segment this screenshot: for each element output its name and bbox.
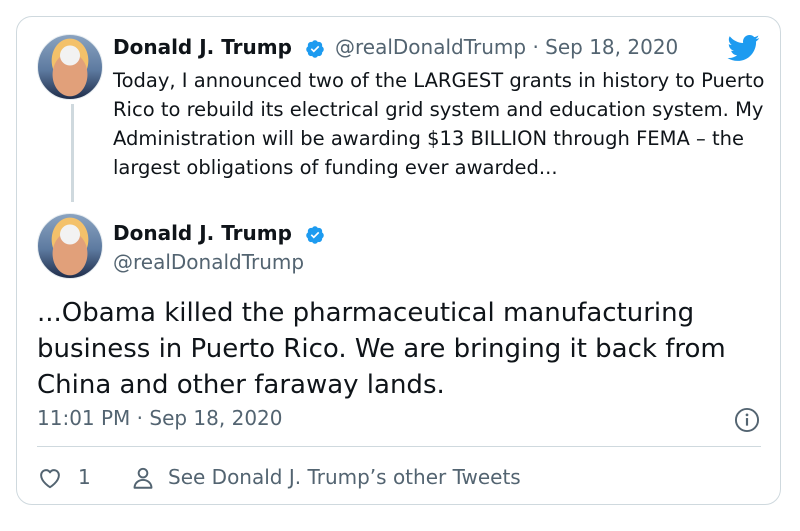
separator-dot: · [532, 35, 539, 59]
author-name[interactable]: Donald J. Trump [113, 221, 292, 245]
avatar[interactable] [37, 213, 103, 279]
person-icon [133, 467, 153, 489]
thread-connector-line [71, 104, 74, 202]
info-icon[interactable] [734, 407, 760, 433]
author-handle[interactable]: @realDonaldTrump [335, 35, 526, 59]
tweet-text: ...Obama killed the pharmaceutical manuf… [37, 298, 726, 400]
twitter-bird-icon[interactable] [726, 34, 760, 62]
author-handle[interactable]: @realDonaldTrump [113, 250, 304, 274]
tweet-text: Today, I announced two of the LARGEST gr… [113, 69, 765, 179]
see-other-tweets-link[interactable]: See Donald J. Trump’s other Tweets [168, 465, 521, 489]
like-count[interactable]: 1 [78, 465, 91, 489]
footer-divider [37, 446, 761, 447]
tweet-timestamp[interactable]: 11:01 PM · Sep 18, 2020 [37, 406, 283, 430]
tweet-date[interactable]: Sep 18, 2020 [545, 35, 678, 59]
verified-badge-icon [306, 226, 324, 244]
heart-icon[interactable] [37, 465, 63, 491]
author-handle-and-date: @realDonaldTrump · Sep 18, 2020 [335, 35, 678, 59]
avatar[interactable] [37, 34, 103, 100]
verified-badge-icon [306, 40, 324, 58]
author-name[interactable]: Donald J. Trump [113, 35, 292, 59]
